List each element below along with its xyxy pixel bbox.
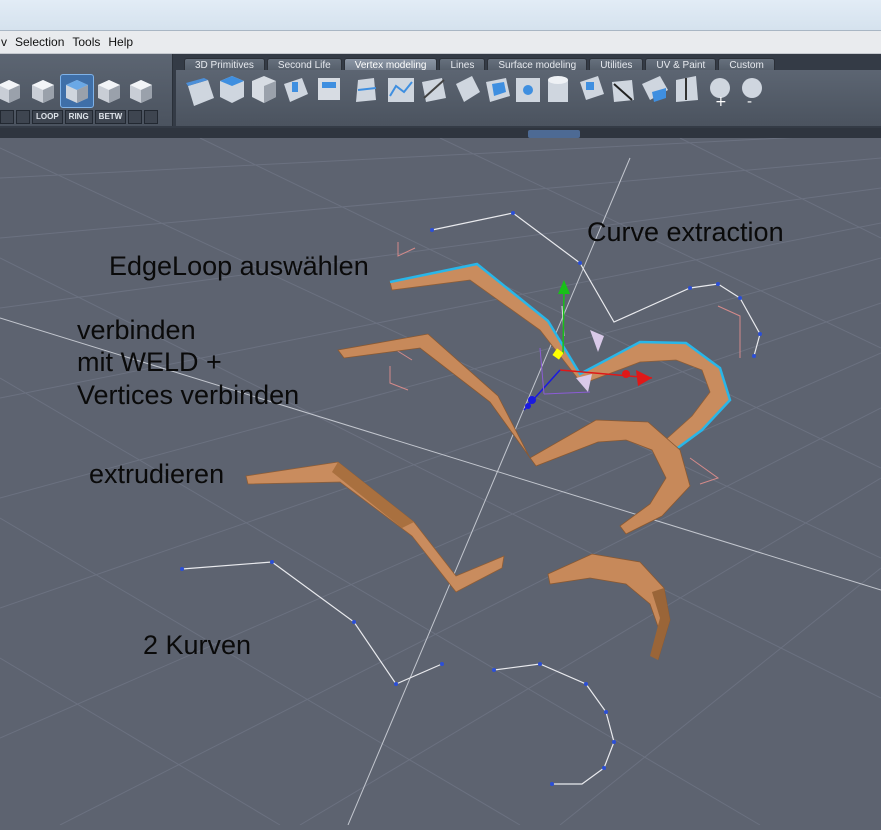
menu-selection[interactable]: Selection	[11, 35, 68, 49]
z-axis-line	[347, 157, 631, 826]
3d-viewport[interactable]: Curve extraction EdgeLoop auswählen verb…	[0, 132, 881, 826]
knife-icon[interactable]	[422, 78, 446, 102]
label-edgeloop: EdgeLoop auswählen	[109, 251, 369, 281]
tool-icon-row: + -	[186, 76, 762, 110]
cube-vertex-icon[interactable]	[0, 76, 24, 106]
menu-bar: v Selection Tools Help	[0, 31, 881, 54]
two-curves	[180, 560, 616, 786]
vertex-tools-group: + -	[176, 70, 881, 126]
cube-edge-icon[interactable]	[28, 76, 58, 106]
cube-gray-icon[interactable]	[252, 76, 276, 103]
extrude-icon[interactable]	[186, 78, 214, 106]
loop-button[interactable]: LOOP	[32, 110, 63, 124]
selection-mode-group: LOOP RING BETW	[0, 54, 173, 126]
cube-object-icon[interactable]	[94, 76, 124, 106]
menu-view[interactable]: v	[0, 35, 11, 49]
wave-icon[interactable]	[388, 78, 414, 102]
slide-icon[interactable]	[612, 80, 634, 102]
collapse-icon[interactable]	[676, 76, 698, 102]
menu-tools[interactable]: Tools	[68, 35, 104, 49]
pen-icon[interactable]	[0, 110, 14, 124]
vertex-tool-icons: + -	[186, 76, 762, 110]
ribbon-extruded	[245, 461, 671, 661]
toolbar-bottom-bar	[0, 128, 881, 138]
between-button[interactable]: BETW	[94, 110, 127, 124]
cube-select-icon[interactable]	[126, 76, 156, 106]
cube-face-icon[interactable]	[60, 74, 94, 108]
collapse-toolbar-button[interactable]	[528, 130, 580, 138]
split-icon[interactable]	[356, 78, 377, 102]
label-curve-extraction: Curve extraction	[587, 217, 784, 247]
svg-text:-: -	[747, 94, 752, 110]
lasso-icon[interactable]	[144, 110, 159, 124]
svg-text:+: +	[715, 94, 727, 110]
face-icon[interactable]	[318, 78, 340, 100]
bridge-icon[interactable]	[642, 76, 668, 102]
selection-options-row: LOOP RING BETW	[0, 110, 159, 124]
grid-select-icon[interactable]	[128, 110, 143, 124]
menu-help[interactable]: Help	[104, 35, 137, 49]
label-verbinden: verbinden mit WELD + Vertices verbinden	[77, 315, 300, 410]
toolbar: LOOP RING BETW 3D Primitives Second Life…	[0, 54, 881, 138]
cut-icon[interactable]	[456, 76, 480, 102]
label-extrudieren: extrudieren	[89, 459, 225, 489]
cylinder-icon[interactable]	[548, 76, 568, 102]
paint-icon[interactable]	[580, 76, 604, 100]
cube-blue-icon[interactable]	[220, 76, 244, 103]
ring-button[interactable]: RING	[64, 110, 93, 124]
select-add-icon[interactable]: +	[710, 78, 730, 110]
window-titlebar	[0, 0, 881, 31]
connect-icon[interactable]	[516, 78, 540, 102]
bevel-icon[interactable]	[284, 78, 308, 102]
select-remove-icon[interactable]: -	[742, 78, 762, 110]
weld-icon[interactable]	[486, 78, 510, 102]
brush-icon[interactable]	[16, 110, 30, 124]
label-kurven: 2 Kurven	[143, 630, 252, 660]
